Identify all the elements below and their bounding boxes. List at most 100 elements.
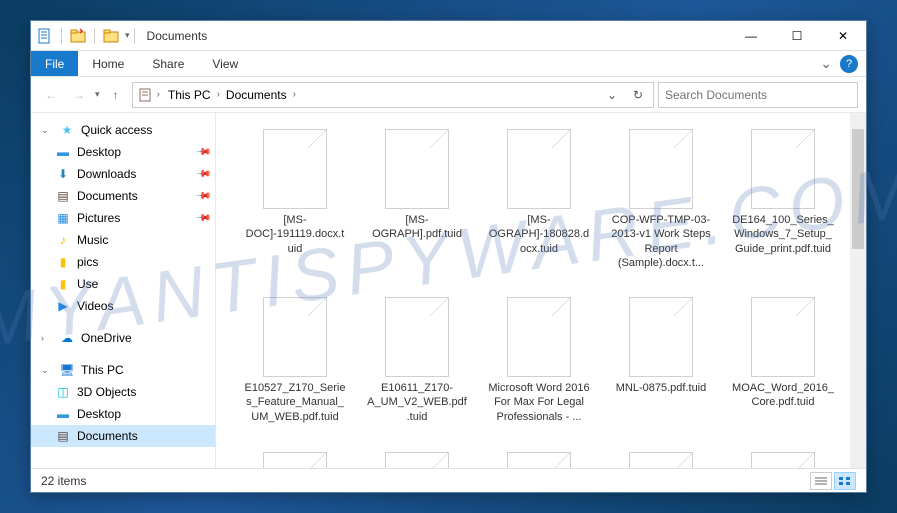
onedrive-icon: ☁ xyxy=(59,330,75,346)
navigation-bar: ← → ▾ ↑ › This PC › Documents › ⌄ ↻ xyxy=(31,77,866,113)
nav-onedrive[interactable]: › ☁ OneDrive xyxy=(31,327,215,349)
file-item[interactable]: [MS-OGRAPH].pdf.tuid xyxy=(362,125,472,273)
nav-desktop[interactable]: ▬ Desktop 📌 xyxy=(31,141,215,163)
file-item[interactable]: E10611_Z170-A_UM_V2_WEB.pdf.tuid xyxy=(362,293,472,428)
file-icon xyxy=(263,129,327,209)
address-bar[interactable]: › This PC › Documents › ⌄ ↻ xyxy=(132,82,654,108)
file-icon xyxy=(629,297,693,377)
nav-pictures[interactable]: ▦ Pictures 📌 xyxy=(31,207,215,229)
statusbar: 22 items xyxy=(31,468,866,492)
nav-quick-access[interactable]: ⌄ ★ Quick access xyxy=(31,119,215,141)
file-icon xyxy=(385,297,449,377)
nav-videos[interactable]: ▶ Videos xyxy=(31,295,215,317)
file-icon xyxy=(507,297,571,377)
file-item[interactable]: DE164_100_Series_Windows_7_Setup_Guide_p… xyxy=(728,125,838,273)
nav-music[interactable]: ♪ Music xyxy=(31,229,215,251)
file-item[interactable]: [MS-OGRAPH]-180828.docx.tuid xyxy=(484,125,594,273)
breadcrumb-this-pc[interactable]: This PC xyxy=(164,86,215,104)
details-view-button[interactable] xyxy=(810,472,832,490)
nav-pics[interactable]: ▮ pics xyxy=(31,251,215,273)
files-pane[interactable]: [MS-DOC]-191119.docx.tuid [MS-OGRAPH].pd… xyxy=(216,113,850,468)
icons-view-button[interactable] xyxy=(834,472,856,490)
desktop-icon: ▬ xyxy=(55,406,71,422)
nav-use[interactable]: ▮ Use xyxy=(31,273,215,295)
pin-icon: 📌 xyxy=(194,188,211,205)
search-box[interactable] xyxy=(658,82,858,108)
file-icon xyxy=(385,452,449,468)
folder-icon: ▮ xyxy=(55,254,71,270)
tab-file[interactable]: File xyxy=(31,51,78,76)
folder-icon[interactable] xyxy=(101,26,121,46)
file-icon xyxy=(507,452,571,468)
file-icon xyxy=(507,129,571,209)
pc-icon: 🖥 xyxy=(59,362,75,378)
file-item[interactable]: [MS-DOC]-191119.docx.tuid xyxy=(240,125,350,273)
collapse-icon[interactable]: ⌄ xyxy=(41,365,53,376)
chevron-right-icon[interactable]: › xyxy=(217,89,220,100)
file-item[interactable] xyxy=(606,448,716,468)
tab-home[interactable]: Home xyxy=(78,51,138,76)
file-icon xyxy=(751,452,815,468)
forward-button[interactable]: → xyxy=(67,83,91,107)
qat-dropdown-icon[interactable]: ▾ xyxy=(125,30,130,41)
file-grid: [MS-DOC]-191119.docx.tuid [MS-OGRAPH].pd… xyxy=(240,125,842,468)
file-item[interactable]: Microsoft Word 2016 For Max For Legal Pr… xyxy=(484,293,594,428)
file-item[interactable] xyxy=(240,448,350,468)
close-button[interactable]: ✕ xyxy=(820,21,866,51)
nav-documents[interactable]: ▤ Documents 📌 xyxy=(31,185,215,207)
3d-icon: ◫ xyxy=(55,384,71,400)
file-item[interactable] xyxy=(362,448,472,468)
search-input[interactable] xyxy=(665,88,851,102)
maximize-button[interactable]: ☐ xyxy=(774,21,820,51)
collapse-icon[interactable]: ⌄ xyxy=(41,125,53,136)
up-button[interactable]: ↑ xyxy=(104,83,128,107)
file-explorer-window: ▾ Documents — ☐ ✕ File Home Share View ⌄… xyxy=(30,20,867,493)
window-title: Documents xyxy=(147,29,728,43)
help-icon[interactable]: ? xyxy=(840,55,858,73)
navigation-pane: ⌄ ★ Quick access ▬ Desktop 📌 ⬇ Downloads… xyxy=(31,113,216,468)
download-icon: ⬇ xyxy=(55,166,71,182)
nav-3d-objects[interactable]: ◫ 3D Objects xyxy=(31,381,215,403)
pin-icon: 📌 xyxy=(194,166,211,183)
tab-view[interactable]: View xyxy=(198,51,252,76)
address-dropdown-icon[interactable]: ⌄ xyxy=(601,84,623,106)
breadcrumb-documents[interactable]: Documents xyxy=(222,86,291,104)
quick-access-toolbar: ▾ xyxy=(35,26,130,46)
documents-icon xyxy=(137,87,153,103)
expand-icon[interactable]: › xyxy=(41,333,53,343)
nav-downloads[interactable]: ⬇ Downloads 📌 xyxy=(31,163,215,185)
scroll-thumb[interactable] xyxy=(852,129,864,249)
pictures-icon: ▦ xyxy=(55,210,71,226)
new-folder-icon[interactable] xyxy=(68,26,88,46)
item-count: 22 items xyxy=(41,474,86,488)
file-item[interactable] xyxy=(728,448,838,468)
chevron-right-icon[interactable]: › xyxy=(157,89,160,100)
file-item[interactable]: E10527_Z170_Series_Feature_Manual_UM_WEB… xyxy=(240,293,350,428)
back-button[interactable]: ← xyxy=(39,83,63,107)
tab-share[interactable]: Share xyxy=(138,51,198,76)
minimize-button[interactable]: — xyxy=(728,21,774,51)
chevron-right-icon[interactable]: › xyxy=(293,89,296,100)
breadcrumb: This PC › Documents › xyxy=(164,86,597,104)
history-dropdown-icon[interactable]: ▾ xyxy=(95,89,100,100)
file-icon xyxy=(263,452,327,468)
pin-icon: 📌 xyxy=(194,144,211,161)
file-item[interactable]: MOAC_Word_2016_Core.pdf.tuid xyxy=(728,293,838,428)
ribbon-tabs: File Home Share View ⌄ ? xyxy=(31,51,866,77)
file-item[interactable] xyxy=(484,448,594,468)
file-item[interactable]: MNL-0875.pdf.tuid xyxy=(606,293,716,428)
content-area: ⌄ ★ Quick access ▬ Desktop 📌 ⬇ Downloads… xyxy=(31,113,866,468)
file-item[interactable]: COP-WFP-TMP-03-2013-v1 Work Steps Report… xyxy=(606,125,716,273)
ribbon-expand-icon[interactable]: ⌄ xyxy=(820,55,832,72)
vertical-scrollbar[interactable] xyxy=(850,113,866,468)
nav-documents-pc[interactable]: ▤ Documents xyxy=(31,425,215,447)
nav-this-pc[interactable]: ⌄ 🖥 This PC xyxy=(31,359,215,381)
nav-desktop-pc[interactable]: ▬ Desktop xyxy=(31,403,215,425)
properties-icon[interactable] xyxy=(35,26,55,46)
refresh-icon[interactable]: ↻ xyxy=(627,84,649,106)
desktop-icon: ▬ xyxy=(55,144,71,160)
music-icon: ♪ xyxy=(55,232,71,248)
pin-icon: 📌 xyxy=(194,210,211,227)
video-icon: ▶ xyxy=(55,298,71,314)
file-icon xyxy=(751,129,815,209)
